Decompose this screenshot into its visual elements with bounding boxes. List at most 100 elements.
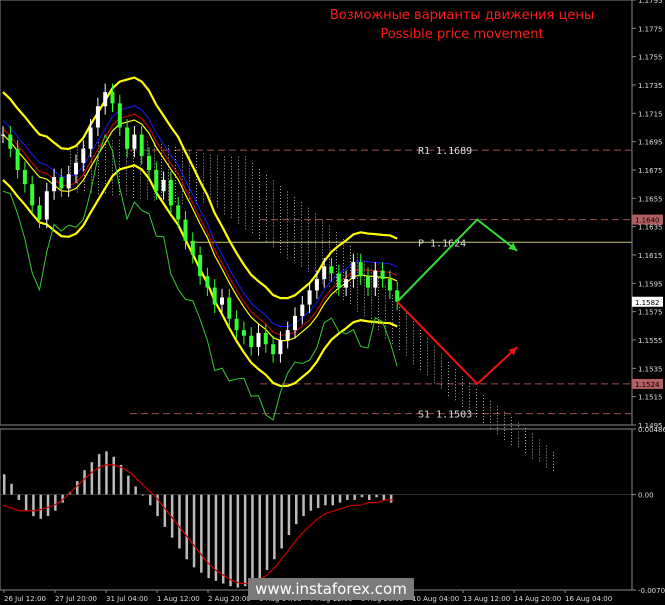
forex-chart: R1 1.1689P 1.1624S1 1.1503 1.17951.17751… — [0, 0, 665, 603]
candle-body — [263, 332, 268, 345]
oscillator-bar — [97, 454, 101, 495]
y-tick-label: 1.1775 — [638, 25, 663, 33]
candle-body — [380, 270, 385, 280]
candle-body — [271, 344, 276, 355]
price-label-text: 1.1640 — [635, 217, 660, 225]
osc-tick-label: 0.00 — [638, 492, 654, 500]
candle-body — [190, 240, 195, 255]
axes: 1.1795 1.1775 1.1755 1.1735 1.1715 1.1695 1.16… — [0, 0, 665, 603]
oscillator-bar — [251, 494, 254, 584]
candle-body — [241, 330, 246, 336]
candle-body — [205, 276, 210, 288]
candle-body — [183, 219, 188, 241]
level-label: R1 1.1689 — [418, 146, 472, 157]
oscillator-bar — [265, 494, 269, 571]
oscillator-bar — [295, 494, 298, 525]
moving-average-blue — [2, 105, 398, 327]
candle-body — [351, 262, 356, 280]
candle-body — [88, 127, 93, 149]
ichimoku-cloud — [70, 139, 554, 471]
y-tick-label: 1.1575 — [638, 309, 663, 317]
x-tick-label: 27 Jul 20:00 — [55, 595, 97, 603]
oscillator-bar — [76, 481, 79, 495]
oscillator-bar — [316, 494, 320, 509]
candle-body — [198, 255, 203, 277]
oscillator-bar — [127, 475, 130, 495]
price-label-text: 1.1582 — [635, 299, 660, 307]
level-label: P 1.1624 — [418, 238, 466, 249]
x-tick-label: 16 Aug 04:00 — [565, 595, 612, 603]
candle-body — [125, 127, 130, 149]
candle-body — [139, 134, 144, 156]
oscillator-bar — [382, 494, 386, 500]
oscillator-bar — [346, 494, 349, 500]
oscillator-bar — [331, 494, 334, 506]
candle-body — [37, 205, 42, 220]
oscillator-bar — [287, 494, 291, 535]
candle-body — [249, 335, 254, 348]
oscillator-bar — [324, 494, 327, 506]
oscillator-bar — [338, 494, 342, 503]
candle-body — [117, 103, 122, 128]
oscillator-bar — [3, 474, 6, 495]
oscillator-bar — [222, 494, 225, 584]
x-tick-label: 2 Aug 20:00 — [208, 595, 251, 603]
candle-body — [220, 297, 224, 305]
y-tick-label: 1.1515 — [638, 394, 663, 402]
candle-body — [314, 279, 319, 291]
y-tick-label: 1.1755 — [638, 54, 663, 62]
oscillator-bar — [46, 494, 50, 517]
candle-body — [168, 179, 173, 206]
candle-body — [373, 270, 378, 288]
y-tick-label: 1.1655 — [638, 195, 663, 203]
y-tick-label: 1.1535 — [638, 365, 663, 373]
oscillator-signal — [2, 464, 394, 585]
y-tick-label: 1.1695 — [638, 139, 663, 147]
oscillator-bar — [10, 483, 13, 495]
candle-body — [66, 174, 71, 189]
oscillator-bar — [32, 494, 35, 517]
candle-body — [15, 148, 20, 170]
candle-body — [103, 92, 108, 107]
oscillator-bar — [229, 494, 232, 587]
candle-body — [307, 290, 312, 305]
oscillator-bar — [134, 486, 137, 495]
oscillator-bar — [214, 494, 218, 581]
x-tick-label: 14 Aug 20:00 — [514, 595, 561, 603]
candle-body — [366, 276, 370, 288]
candle-body — [30, 184, 35, 206]
oscillator-bar — [236, 494, 240, 588]
oscillator-bar — [353, 494, 356, 500]
oscillator-bar — [185, 494, 188, 560]
oscillator-bar — [119, 464, 123, 495]
level-label: S1 1.1503 — [418, 410, 472, 421]
y-tick-label: 1.1675 — [638, 167, 663, 175]
candle-body — [387, 279, 392, 291]
candle-body — [52, 177, 57, 192]
oscillator-bar — [178, 494, 181, 549]
oscillator-bar — [375, 494, 378, 498]
oscillator-bar — [192, 494, 196, 568]
candle-body — [256, 332, 261, 348]
candle-body — [74, 162, 78, 175]
x-tick-label: 31 Jul 04:00 — [106, 595, 148, 603]
oscillator-bar — [24, 494, 28, 511]
oscillator-bar — [112, 456, 115, 495]
x-tick-label: 26 Jul 12:00 — [4, 595, 46, 603]
y-tick-label: 1.1715 — [638, 110, 663, 118]
y-tick-label: 1.1735 — [638, 82, 663, 90]
candle-body — [329, 266, 334, 274]
oscillator-bar — [258, 494, 261, 579]
oscillator-bar — [105, 451, 108, 495]
candle-body — [147, 155, 151, 170]
candle-body — [161, 179, 166, 192]
candle-body — [227, 297, 232, 319]
y-tick-label: 1.1795 — [638, 0, 663, 5]
oscillator-bar — [207, 494, 210, 579]
candle-body — [212, 287, 217, 305]
x-tick-label: 10 Aug 04:00 — [412, 595, 459, 603]
projection-arrow — [396, 301, 518, 386]
candle-body — [322, 266, 327, 280]
y-tick-label: 1.1635 — [638, 224, 663, 232]
chart-title-en: Possible price movement — [380, 27, 544, 42]
